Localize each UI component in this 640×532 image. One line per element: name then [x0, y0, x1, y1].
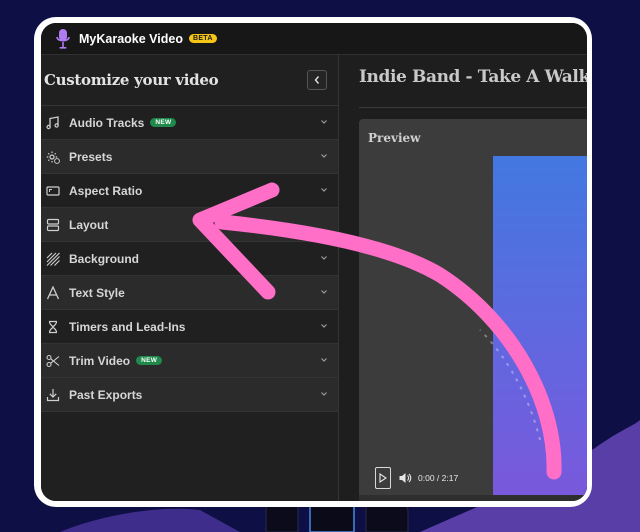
sidebar-item-label: Presets	[69, 149, 113, 164]
sidebar-item-audio-tracks[interactable]: Audio Tracks NEW	[41, 106, 338, 140]
chevron-down-icon	[321, 358, 327, 362]
hourglass-icon	[46, 320, 60, 334]
sidebar-item-label: Aspect Ratio	[69, 183, 143, 198]
chevron-down-icon	[321, 290, 327, 294]
volume-icon[interactable]	[398, 471, 412, 485]
gear-presets-icon	[46, 150, 60, 164]
top-bar: MyKaraoke Video BETA	[41, 23, 587, 55]
download-icon	[46, 388, 60, 402]
customize-sidebar: Customize your video Audio Tracks NEW Pr…	[41, 55, 339, 501]
sidebar-item-layout[interactable]: Layout	[41, 208, 338, 242]
sidebar-item-label: Text Style	[69, 285, 125, 300]
sidebar-header: Customize your video	[41, 55, 338, 106]
chevron-down-icon	[321, 120, 327, 124]
sidebar-title: Customize your video	[44, 71, 219, 89]
time-display: 0:00 / 2:17	[418, 473, 459, 483]
main-panel: Indie Band - Take A Walk Preview 0:00 / …	[339, 55, 587, 501]
music-note-icon	[46, 115, 60, 130]
chevron-down-icon	[321, 188, 327, 192]
project-title: Indie Band - Take A Walk	[359, 67, 587, 87]
horizontal-scrollbar[interactable]	[359, 495, 587, 501]
sidebar-item-aspect-ratio[interactable]: Aspect Ratio	[41, 174, 338, 208]
sidebar-item-label: Past Exports	[69, 387, 143, 402]
sidebar-item-label: Background	[69, 251, 140, 266]
scissors-icon	[46, 354, 60, 368]
sidebar-item-trim-video[interactable]: Trim Video NEW	[41, 344, 338, 378]
preview-panel: Preview 0:00 / 2:17	[359, 119, 587, 501]
play-icon	[379, 473, 387, 483]
app-window: MyKaraoke Video BETA Customize your vide…	[41, 23, 587, 501]
layout-icon	[46, 218, 60, 232]
chevron-down-icon	[321, 392, 327, 396]
aspect-ratio-icon	[46, 184, 60, 198]
sidebar-item-label: Timers and Lead-Ins	[69, 319, 186, 334]
chevron-left-icon	[314, 76, 320, 84]
sidebar-item-label: Trim Video	[69, 353, 131, 368]
divider	[359, 107, 587, 108]
text-style-icon	[46, 285, 60, 300]
sidebar-item-label: Audio Tracks	[69, 115, 145, 130]
beta-badge: BETA	[188, 34, 217, 43]
chevron-down-icon	[321, 324, 327, 328]
player-controls: 0:00 / 2:17	[375, 465, 458, 491]
collapse-sidebar-button[interactable]	[307, 70, 327, 90]
chevron-down-icon	[321, 256, 327, 260]
chevron-down-icon	[321, 154, 327, 158]
microphone-logo-icon	[55, 28, 71, 50]
sidebar-item-past-exports[interactable]: Past Exports	[41, 378, 338, 412]
background-stripes-icon	[46, 252, 60, 266]
sidebar-item-label: Layout	[69, 217, 109, 232]
new-badge: NEW	[136, 356, 163, 365]
video-preview[interactable]	[493, 156, 587, 501]
sidebar-item-presets[interactable]: Presets	[41, 140, 338, 174]
sidebar-item-text-style[interactable]: Text Style	[41, 276, 338, 310]
sidebar-item-background[interactable]: Background	[41, 242, 338, 276]
app-title: MyKaraoke Video	[79, 31, 183, 46]
new-badge: NEW	[150, 118, 177, 127]
preview-label: Preview	[368, 131, 421, 145]
sidebar-item-timers-lead-ins[interactable]: Timers and Lead-Ins	[41, 310, 338, 344]
play-button[interactable]	[375, 467, 391, 489]
